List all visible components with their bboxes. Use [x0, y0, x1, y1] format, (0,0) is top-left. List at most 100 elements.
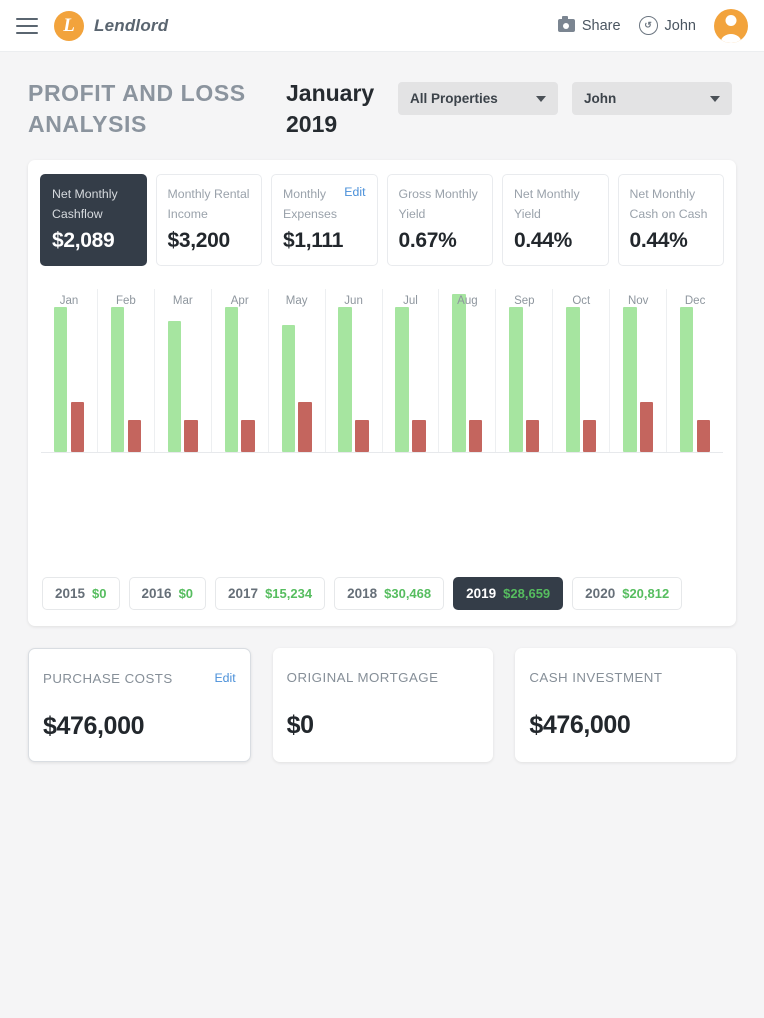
- analysis-panel: Net Monthly Cashflow $2,089 Monthly Rental…: [28, 160, 736, 626]
- kpi-card[interactable]: Net Monthly Cashflow $2,089: [40, 174, 147, 266]
- year-number: 2020: [585, 585, 616, 601]
- chart-bar-expense: [241, 420, 255, 452]
- chart-month-label: Jun: [344, 294, 363, 307]
- kpi-header: Net Monthly Cash on Cash: [630, 185, 713, 225]
- year-value: $20,812: [622, 585, 670, 601]
- chart-bar-expense: [639, 401, 654, 452]
- chart-bar-income: [53, 307, 68, 452]
- year-button[interactable]: 2020 $20,812: [572, 576, 683, 610]
- kpi-card[interactable]: Monthly Expenses Edit $1,111: [271, 174, 378, 266]
- kpi-value: 0.44%: [514, 228, 573, 252]
- summary-card-edit-link[interactable]: Edit: [214, 671, 235, 685]
- chart-month-label: Sep: [514, 294, 535, 307]
- year-number: 2015: [55, 585, 86, 601]
- kpi-label: Monthly Rental Income: [167, 187, 250, 222]
- chart-month-label: Jul: [403, 294, 418, 307]
- kpi-label: Net Monthly Cash on Cash: [629, 187, 708, 222]
- share-label: Share: [581, 17, 621, 34]
- chart-column: May: [267, 288, 325, 452]
- chart-bar-income: [395, 307, 409, 452]
- user-select[interactable]: John: [572, 82, 732, 115]
- chart-bar-expense: [469, 420, 483, 452]
- chart-column: Dec: [666, 288, 723, 452]
- switch-account-button[interactable]: ↺ John: [638, 16, 696, 35]
- chart-bar-income: [680, 307, 694, 452]
- year-selector: 2015 $0 2016 $0 2017 $15,234 2018 $30,468 2019 $2…: [40, 576, 724, 610]
- kpi-value: $1,111: [283, 228, 344, 252]
- summary-card-value: $476,000: [43, 711, 145, 740]
- avatar[interactable]: [714, 8, 748, 43]
- chart-month-label: Aug: [457, 294, 478, 307]
- filter-controls: All Properties John: [398, 82, 732, 115]
- brand-name: Lendlord: [94, 15, 169, 35]
- summary-card-value: $476,000: [529, 710, 631, 739]
- brand-logo[interactable]: L Lendlord: [54, 10, 169, 41]
- year-button[interactable]: 2015 $0: [42, 576, 120, 610]
- year-button[interactable]: 2019 $28,659: [453, 576, 564, 610]
- year-value: $28,659: [503, 585, 551, 601]
- chart-month-label: Jan: [59, 294, 79, 307]
- property-select-value: All Properties: [410, 91, 498, 106]
- kpi-label: Net Monthly Cashflow: [52, 187, 118, 222]
- kpi-card[interactable]: Gross Monthly Yield 0.67%: [386, 174, 493, 266]
- kpi-card[interactable]: Net Monthly Yield 0.44%: [502, 174, 609, 266]
- year-button[interactable]: 2018 $30,468: [334, 576, 445, 610]
- chevron-down-icon: [536, 95, 546, 102]
- summary-card-label: CASH INVESTMENT: [529, 669, 663, 685]
- summary-card: CASH INVESTMENT $476,000: [515, 647, 737, 762]
- summary-card-label: ORIGINAL MORTGAGE: [286, 669, 439, 685]
- year-button[interactable]: 2016 $0: [128, 576, 207, 610]
- chart-bottom-spacer: [41, 453, 723, 577]
- chart-bar-income: [224, 307, 239, 452]
- chevron-down-icon: [710, 95, 720, 102]
- property-select[interactable]: All Properties: [398, 82, 558, 115]
- chart-column: Oct: [552, 288, 609, 452]
- chart-column: Nov: [609, 288, 666, 452]
- kpi-value: $3,200: [167, 228, 231, 252]
- kpi-value: 0.44%: [629, 228, 688, 252]
- chart-bar-income: [338, 307, 352, 452]
- year-button[interactable]: 2017 $15,234: [215, 576, 326, 610]
- lendlord-logo-icon: L: [54, 10, 84, 41]
- summary-card-value: $0: [286, 710, 314, 739]
- year-value: $30,468: [384, 585, 432, 601]
- summary-card-label: PURCHASE COSTS: [43, 670, 173, 686]
- chart-bar-income: [623, 307, 637, 452]
- chart-bar-expense: [526, 420, 540, 452]
- summary-card-header: PURCHASE COSTS Edit: [43, 671, 236, 686]
- switch-account-icon: ↺: [638, 16, 658, 35]
- year-number: 2018: [347, 585, 378, 601]
- chart-bar-expense: [127, 420, 141, 452]
- kpi-value: $2,089: [52, 228, 115, 252]
- page-title: PROFIT AND LOSS ANALYSIS: [28, 80, 246, 137]
- chart-month-label: Dec: [684, 294, 706, 307]
- summary-card-row: PURCHASE COSTS Edit $476,000 ORIGINAL MORTG…: [28, 647, 737, 762]
- chart-column: Jun: [324, 288, 382, 452]
- chart-column: Mar: [153, 288, 211, 452]
- chart-bar-expense: [184, 420, 198, 452]
- kpi-card[interactable]: Net Monthly Cash on Cash 0.44%: [617, 174, 724, 266]
- chart-bar-expense: [70, 401, 85, 452]
- kpi-edit-link[interactable]: Edit: [344, 185, 365, 199]
- summary-card: PURCHASE COSTS Edit $476,000: [28, 647, 251, 762]
- summary-card-header: CASH INVESTMENT: [529, 670, 722, 685]
- share-button[interactable]: Share: [557, 16, 621, 34]
- kpi-label: Net Monthly Yield: [514, 187, 580, 222]
- chart-month-label: Nov: [627, 294, 649, 307]
- kpi-card[interactable]: Monthly Rental Income $3,200: [155, 174, 262, 266]
- chart-bar-expense: [582, 420, 597, 452]
- kpi-header: Net Monthly Cashflow: [52, 185, 135, 225]
- chart-column: Aug: [438, 288, 495, 452]
- chart-month-label: Feb: [115, 294, 136, 307]
- chart-bar-expense: [696, 420, 711, 452]
- chart-column: Feb: [96, 288, 154, 452]
- hamburger-menu-icon[interactable]: [16, 17, 38, 34]
- chart-bar-income: [509, 307, 523, 452]
- chart-month-label: May: [285, 294, 308, 307]
- kpi-header: Net Monthly Yield: [514, 185, 597, 225]
- chart-column: Jul: [381, 288, 439, 452]
- kpi-label: Gross Monthly Yield: [398, 187, 478, 222]
- summary-card-header: ORIGINAL MORTGAGE: [287, 670, 480, 685]
- kpi-header: Monthly Expenses Edit: [283, 185, 366, 225]
- kpi-header: Monthly Rental Income: [168, 185, 251, 225]
